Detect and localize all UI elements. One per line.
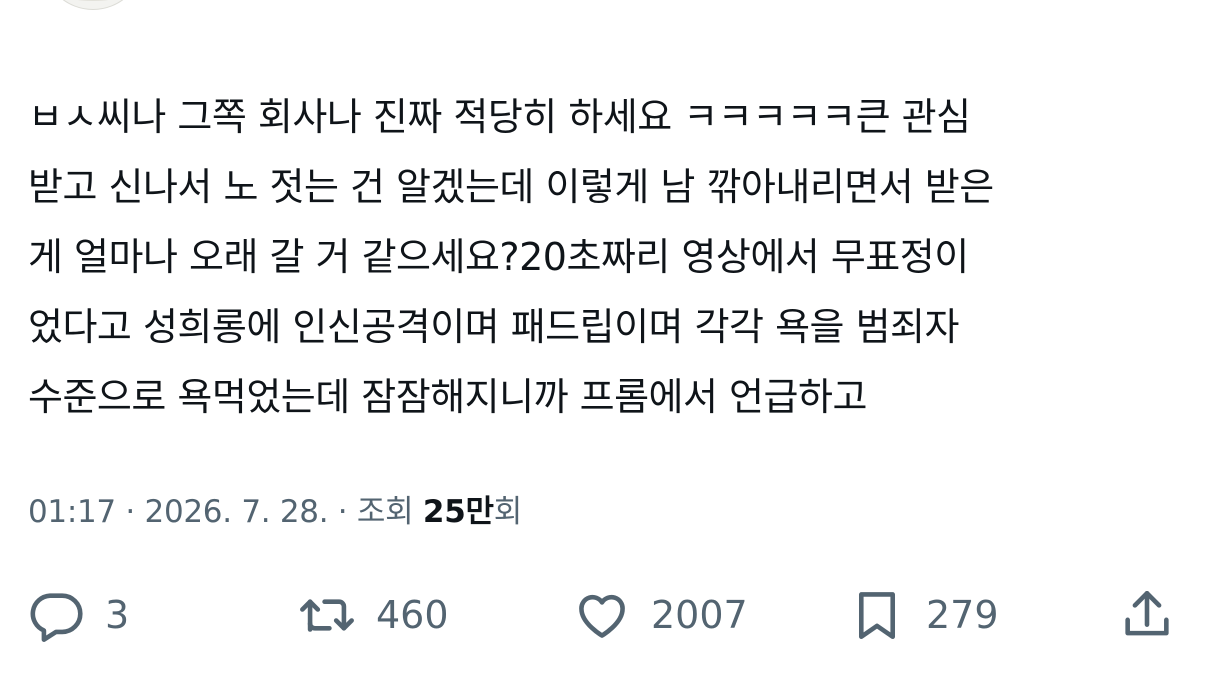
action-bar: 3 460 2007 279 [0, 585, 1206, 645]
views-suffix: 회 [493, 494, 523, 530]
tweet-text: ㅂㅅ씨나 그쪽 회사나 진짜 적당히 하세요 ㅋㅋㅋㅋㅋ큰 관심 받고 신나서 … [28, 82, 1178, 432]
tweet-date[interactable]: 2026. 7. 28. [145, 494, 329, 530]
share-icon [1118, 586, 1176, 644]
retweet-count: 460 [376, 593, 449, 637]
views-label: 조회 [356, 494, 423, 530]
avatar[interactable] [42, 0, 144, 10]
share-button[interactable] [1118, 585, 1176, 645]
meta-separator: · [328, 494, 357, 530]
bookmark-icon [848, 586, 906, 644]
bookmark-button[interactable]: 279 [848, 585, 999, 645]
tweet-line: 었다고 성희롱에 인신공격이며 패드립이며 각각 욕을 범죄자 [28, 305, 959, 349]
like-count: 2007 [651, 593, 748, 637]
reply-count: 3 [105, 593, 130, 637]
heart-icon [573, 586, 631, 644]
tweet-line: ㅂㅅ씨나 그쪽 회사나 진짜 적당히 하세요 ㅋㅋㅋㅋㅋ큰 관심 [28, 95, 971, 139]
tweet-time[interactable]: 01:17 [28, 494, 116, 530]
tweet-line: 수준으로 욕먹었는데 잠잠해지니까 프롬에서 언급하고 [28, 375, 867, 419]
tweet-meta: 01:17 · 2026. 7. 28. · 조회 25만회 [28, 490, 522, 534]
reply-button[interactable]: 3 [27, 585, 129, 645]
meta-separator: · [115, 494, 145, 530]
like-button[interactable]: 2007 [573, 585, 748, 645]
retweet-icon [298, 586, 356, 644]
reply-icon [27, 586, 85, 644]
bookmark-count: 279 [926, 593, 999, 637]
retweet-button[interactable]: 460 [298, 585, 449, 645]
tweet-line: 게 얼마나 오래 갈 거 같으세요?20초짜리 영상에서 무표정이 [28, 235, 969, 279]
tweet-line: 받고 신나서 노 젓는 건 알겠는데 이렇게 남 깎아내리면서 받은 [28, 165, 994, 209]
views-count: 25만 [422, 494, 494, 530]
